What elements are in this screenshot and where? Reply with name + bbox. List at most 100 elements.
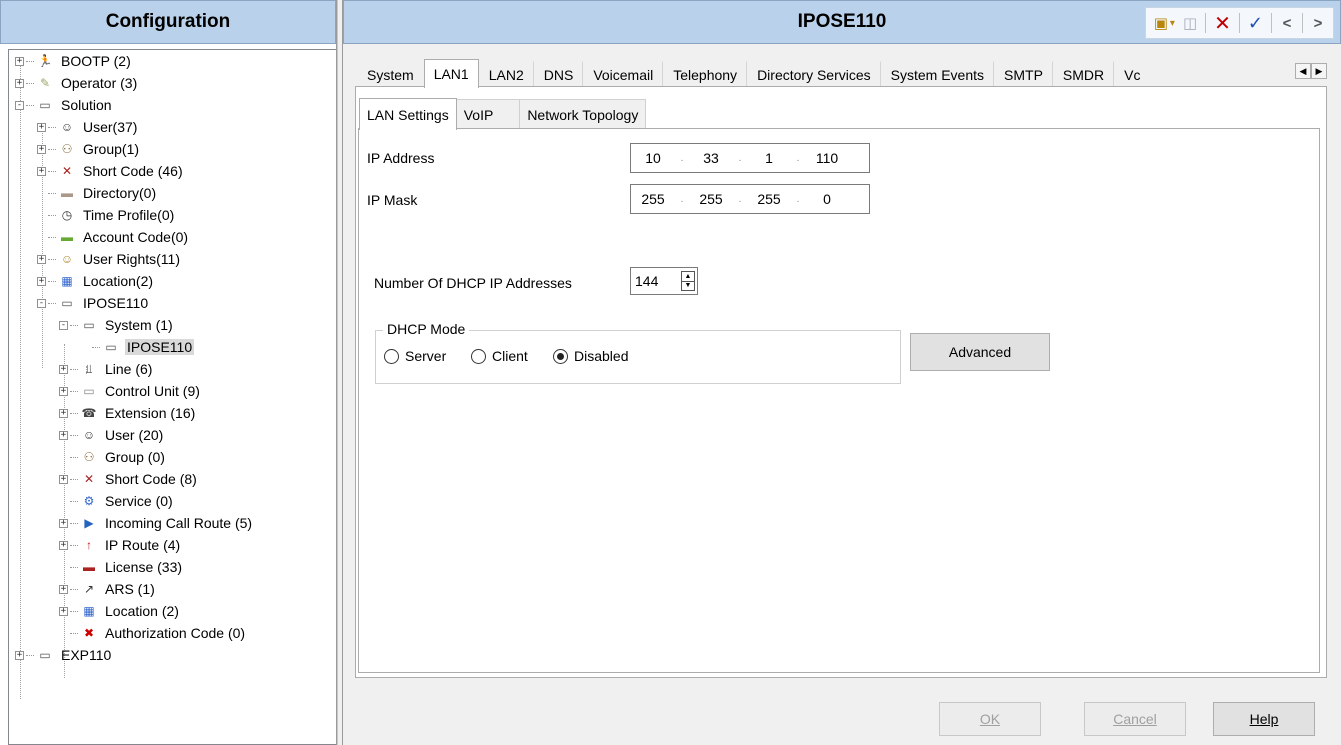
tree-item-label: IPOSE110 [83, 295, 149, 311]
tree-item[interactable]: + ↗ ARS (1) [59, 578, 157, 600]
dhcp-mode-disabled-radio[interactable]: Disabled [553, 348, 628, 364]
delete-icon[interactable]: ✕ [1210, 10, 1235, 36]
tree-item[interactable]: - ▭ System (1) [59, 314, 175, 336]
expand-icon[interactable]: + [15, 650, 24, 660]
account-code-icon: ▬ [61, 230, 73, 244]
save-icon[interactable]: ◫ [1179, 10, 1201, 36]
expand-icon[interactable]: + [15, 78, 24, 88]
expand-icon[interactable]: + [15, 56, 24, 66]
expand-icon[interactable]: + [59, 584, 68, 594]
help-button[interactable]: Help [1213, 702, 1315, 736]
next-button[interactable]: > [1307, 10, 1329, 36]
expand-icon[interactable]: + [59, 540, 68, 550]
tree-item[interactable]: + ↑ IP Route (4) [59, 534, 182, 556]
tab-voip-truncated[interactable]: Vc [1114, 61, 1150, 87]
ok-button[interactable]: OK [939, 702, 1041, 736]
tab-directory-services[interactable]: Directory Services [747, 61, 881, 87]
tab-lan1[interactable]: LAN1 [423, 59, 479, 88]
tree-item[interactable]: + ▦ Location(2) [37, 270, 155, 292]
checkmark-icon[interactable]: ✓ [1244, 10, 1267, 36]
ip-address-octet-1[interactable]: 10 [631, 150, 675, 166]
tab-network-topology[interactable]: Network Topology [519, 99, 647, 129]
scroll-right-icon[interactable]: ▶ [1311, 63, 1327, 79]
tab-voicemail[interactable]: Voicemail [583, 61, 664, 87]
tree-item[interactable]: ✖ Authorization Code (0) [59, 622, 247, 644]
tab-voip[interactable]: VoIP [455, 99, 521, 129]
operator-icon: ✎ [39, 76, 51, 90]
tab-smdr[interactable]: SMDR [1053, 61, 1115, 87]
tab-system-events[interactable]: System Events [881, 61, 995, 87]
tree-item[interactable]: - ▭ IPOSE110 [37, 292, 150, 314]
tab-dns[interactable]: DNS [534, 61, 584, 87]
spin-up-icon[interactable]: ▲ [682, 272, 694, 282]
location-icon: ▦ [83, 604, 95, 618]
expand-icon[interactable]: + [37, 276, 46, 286]
tab-smtp[interactable]: SMTP [994, 61, 1053, 87]
ip-mask-octet-4[interactable]: 0 [805, 191, 849, 207]
tab-system[interactable]: System [357, 61, 424, 87]
tree-item[interactable]: ▬ Account Code(0) [37, 226, 190, 248]
tab-lan2[interactable]: LAN2 [479, 61, 534, 87]
expand-icon[interactable]: + [59, 364, 68, 374]
expand-icon[interactable]: + [59, 430, 68, 440]
expand-icon[interactable]: + [37, 254, 46, 264]
expand-icon[interactable]: + [37, 122, 46, 132]
expand-icon[interactable]: + [59, 408, 68, 418]
cancel-button[interactable]: Cancel [1084, 702, 1186, 736]
tree-item-label: User (20) [105, 427, 164, 443]
tree-item[interactable]: - ▭ Solution [15, 94, 114, 116]
tree-item[interactable]: + ▭ Control Unit (9) [59, 380, 202, 402]
expand-icon[interactable]: + [59, 606, 68, 616]
tree-item[interactable]: + 🏃 BOOTP (2) [15, 50, 133, 72]
collapse-icon[interactable]: - [59, 320, 68, 330]
tree-item[interactable]: + ▦ Location (2) [59, 600, 181, 622]
previous-button[interactable]: < [1276, 10, 1298, 36]
collapse-icon[interactable]: - [37, 298, 46, 308]
tree-item[interactable]: + ⫫ Line (6) [59, 358, 154, 380]
sub-tabs: LAN Settings VoIP Network Topology [359, 97, 647, 130]
tree-item[interactable]: ▬ License (33) [59, 556, 184, 578]
tree-item[interactable]: + ⚇ Group(1) [37, 138, 141, 160]
ip-mask-field[interactable]: 255. 255. 255. 0 [630, 184, 870, 214]
line-icon: ⫫ [85, 361, 93, 376]
ip-mask-octet-2[interactable]: 255 [689, 191, 733, 207]
expand-icon[interactable]: + [37, 144, 46, 154]
ip-address-field[interactable]: 10. 33. 1. 110 [630, 143, 870, 173]
spin-down-icon[interactable]: ▼ [682, 282, 694, 291]
dhcp-mode-server-radio[interactable]: Server [384, 348, 446, 364]
tree-item[interactable]: + ✕ Short Code (46) [37, 160, 185, 182]
collapse-icon[interactable]: - [15, 100, 24, 110]
new-icon[interactable]: ▣ ▾ [1150, 10, 1179, 36]
configuration-title: Configuration [105, 11, 231, 32]
ip-address-octet-4[interactable]: 110 [805, 150, 849, 166]
tree-item[interactable]: ▬ Directory(0) [37, 182, 158, 204]
tree-item[interactable]: + ✎ Operator (3) [15, 72, 139, 94]
dhcp-count-value: 144 [635, 273, 659, 289]
ip-address-octet-3[interactable]: 1 [747, 150, 791, 166]
expand-icon[interactable]: + [59, 386, 68, 396]
tree-item[interactable]: + ▭ EXP110 [15, 644, 113, 666]
scroll-left-icon[interactable]: ◀ [1295, 63, 1311, 79]
expand-icon[interactable]: + [59, 474, 68, 484]
tree-item[interactable]: ⚙ Service (0) [59, 490, 175, 512]
tree-item[interactable]: ⚇ Group (0) [59, 446, 167, 468]
ip-mask-octet-1[interactable]: 255 [631, 191, 675, 207]
tree-item-label: Solution [61, 97, 112, 113]
expand-icon[interactable]: + [37, 166, 46, 176]
tree-item[interactable]: + ☺ User Rights(11) [37, 248, 182, 270]
dhcp-mode-client-radio[interactable]: Client [471, 348, 528, 364]
tab-lan-settings[interactable]: LAN Settings [359, 98, 457, 130]
ip-mask-octet-3[interactable]: 255 [747, 191, 791, 207]
tree-item[interactable]: + ☺ User (20) [59, 424, 165, 446]
dhcp-count-stepper[interactable]: 144 ▲ ▼ [630, 267, 698, 295]
tree-item[interactable]: + ▶ Incoming Call Route (5) [59, 512, 254, 534]
tree-item[interactable]: + ✕ Short Code (8) [59, 468, 199, 490]
tab-telephony[interactable]: Telephony [663, 61, 748, 87]
ip-address-octet-2[interactable]: 33 [689, 150, 733, 166]
advanced-button[interactable]: Advanced [910, 333, 1050, 371]
tree-item[interactable]: + ☺ User(37) [37, 116, 139, 138]
tree-item[interactable]: ◷ Time Profile(0) [37, 204, 176, 226]
expand-icon[interactable]: + [59, 518, 68, 528]
tree-item[interactable]: ▭ IPOSE110 [81, 336, 195, 358]
tree-item[interactable]: + ☎ Extension (16) [59, 402, 197, 424]
